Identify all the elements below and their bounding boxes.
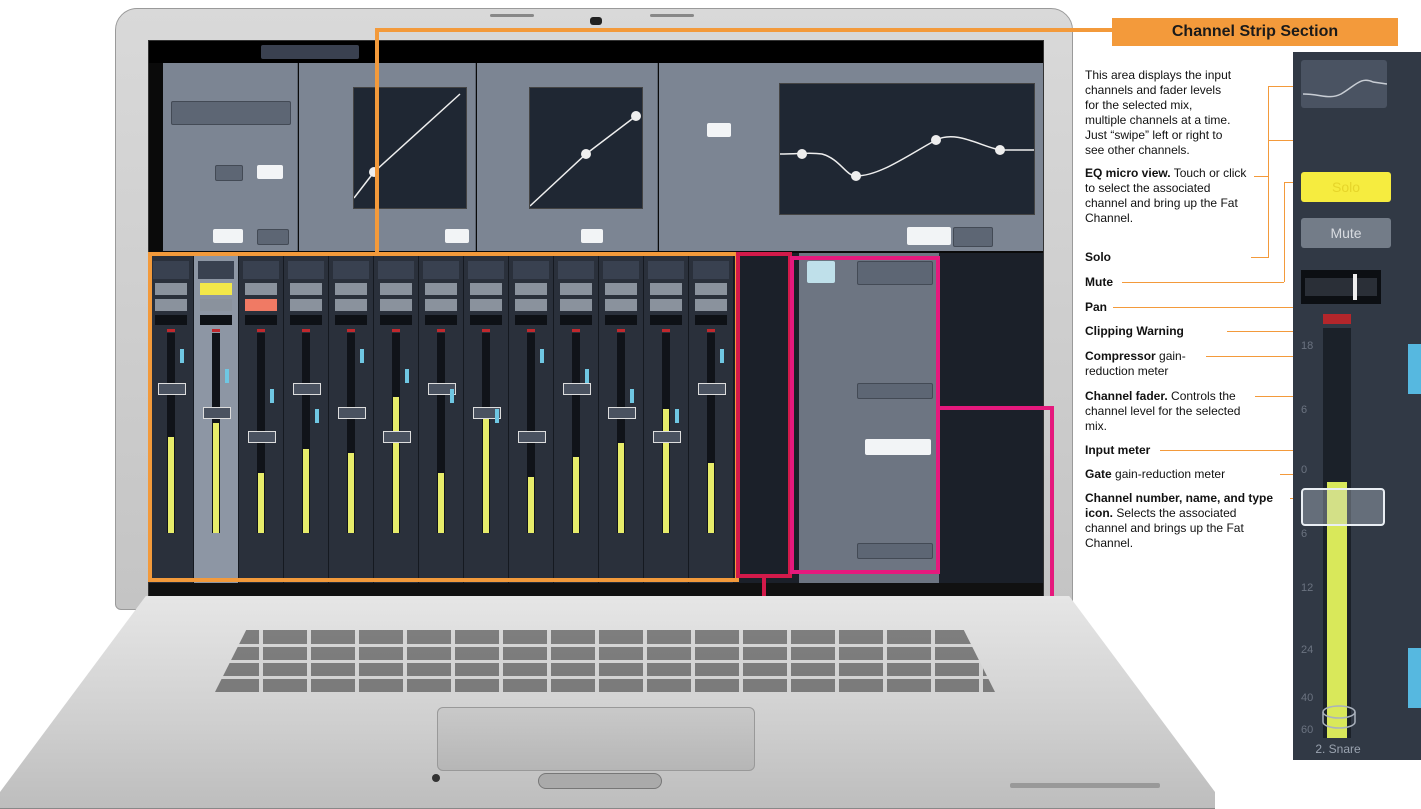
gate-gr-meter xyxy=(1408,648,1421,708)
compressor-curve xyxy=(529,111,641,207)
eq-micro-view[interactable] xyxy=(1301,60,1388,108)
scale-tick: 12 xyxy=(1301,582,1314,594)
intro-text: This area displays the input channels an… xyxy=(1085,68,1232,157)
eq-b-button[interactable] xyxy=(953,227,993,247)
solo-annotation-label: Solo xyxy=(1085,250,1111,264)
pan-indicator xyxy=(1305,274,1377,300)
channel-overview-bar xyxy=(149,583,1043,596)
pan-leader xyxy=(1113,307,1300,308)
scale-tick: 0 xyxy=(1301,464,1308,476)
channel-info-panel xyxy=(163,63,298,251)
camera-icon xyxy=(590,17,602,25)
compressor-graph[interactable] xyxy=(529,87,643,209)
eq-annotation: EQ micro view. Touch or click to select … xyxy=(1085,166,1255,226)
channel-name-annotation: Channel number, name, and type icon. Sel… xyxy=(1085,491,1275,551)
main-button[interactable] xyxy=(213,229,243,243)
eq-band-button[interactable] xyxy=(707,123,731,137)
channel-name-field[interactable] xyxy=(171,101,291,125)
eq-leader xyxy=(1268,86,1269,176)
solo-button[interactable]: Solo xyxy=(1301,172,1391,202)
pan-annotation-label: Pan xyxy=(1085,300,1108,314)
expander-button[interactable] xyxy=(445,229,469,243)
clip-indicator xyxy=(1323,314,1351,324)
sleep-indicator xyxy=(432,774,440,782)
scale-tick: 6 xyxy=(1301,528,1308,540)
scale-tick: 24 xyxy=(1301,644,1314,656)
section-heading: Channel Strip Section xyxy=(1112,18,1398,46)
compressor-annotation-title: Compressor xyxy=(1085,349,1156,363)
auto-button[interactable] xyxy=(581,229,603,243)
channel-strip-highlight xyxy=(148,252,739,582)
mute-annotation-label: Mute xyxy=(1085,275,1113,289)
gate-graph[interactable] xyxy=(353,87,467,209)
compressor-annotation: Compressor gain-reduction meter xyxy=(1085,349,1225,379)
highlight-leader xyxy=(375,28,1112,32)
eq-panel xyxy=(659,63,1043,251)
eq-curve xyxy=(779,135,1034,181)
solo-leader xyxy=(1251,257,1269,258)
zoomed-channel-strip: Solo Mute 18 6 0 6 12 24 40 60 2. Snare xyxy=(1293,52,1421,760)
compressor-gr-meter xyxy=(1408,344,1421,394)
scale-tick: 18 xyxy=(1301,340,1314,352)
lid-vent xyxy=(490,14,534,17)
mute-button[interactable]: Mute xyxy=(1301,218,1391,248)
input-button[interactable] xyxy=(215,165,243,181)
scale-tick: 60 xyxy=(1301,724,1314,736)
compressor-panel xyxy=(477,63,658,251)
eq-annotation-title: EQ micro view. xyxy=(1085,166,1171,180)
channel-name-label[interactable]: 2. Snare xyxy=(1293,742,1383,756)
link-button[interactable] xyxy=(257,229,289,245)
clipping-annotation-label: Clipping Warning xyxy=(1085,324,1184,338)
pink-leader xyxy=(940,406,1054,410)
fader-annotation: Channel fader. Controls the channel leve… xyxy=(1085,389,1255,434)
optical-drive-slot xyxy=(1010,783,1160,788)
keyboard xyxy=(215,630,995,692)
lid-latch xyxy=(538,773,662,789)
gate-panel xyxy=(299,63,476,251)
eq-graph[interactable] xyxy=(779,83,1035,215)
scale-tick: 6 xyxy=(1301,404,1308,416)
screen-tab[interactable] xyxy=(261,45,359,59)
scale-tick: 40 xyxy=(1301,692,1314,704)
fader-annotation-title: Channel fader. xyxy=(1085,389,1168,403)
input-meter-annotation-label: Input meter xyxy=(1085,443,1151,457)
gate-annotation-title: Gate xyxy=(1085,467,1112,481)
mute-leader xyxy=(1284,182,1285,282)
eq-micro-curve xyxy=(1302,79,1388,98)
mix-selector-highlight xyxy=(790,256,940,574)
pan-control[interactable] xyxy=(1301,270,1381,304)
mute-leader xyxy=(1122,282,1284,283)
lid-vent xyxy=(650,14,694,17)
eq-leader xyxy=(1254,176,1268,177)
trackpad xyxy=(437,707,755,771)
highlight-leader xyxy=(375,28,379,252)
mix-master-highlight xyxy=(736,252,792,578)
drum-icon[interactable] xyxy=(1321,704,1357,735)
gate-annotation-desc: gain-reduction meter xyxy=(1111,467,1226,481)
eq-a-button[interactable] xyxy=(907,227,951,245)
gate-annotation: Gate gain-reduction meter xyxy=(1085,467,1275,482)
channel-fader[interactable] xyxy=(1301,488,1385,526)
phase-button[interactable] xyxy=(257,165,283,179)
input-meter-leader xyxy=(1160,450,1300,451)
solo-annotation: Solo xyxy=(1085,250,1275,265)
gate-curve xyxy=(353,93,461,199)
